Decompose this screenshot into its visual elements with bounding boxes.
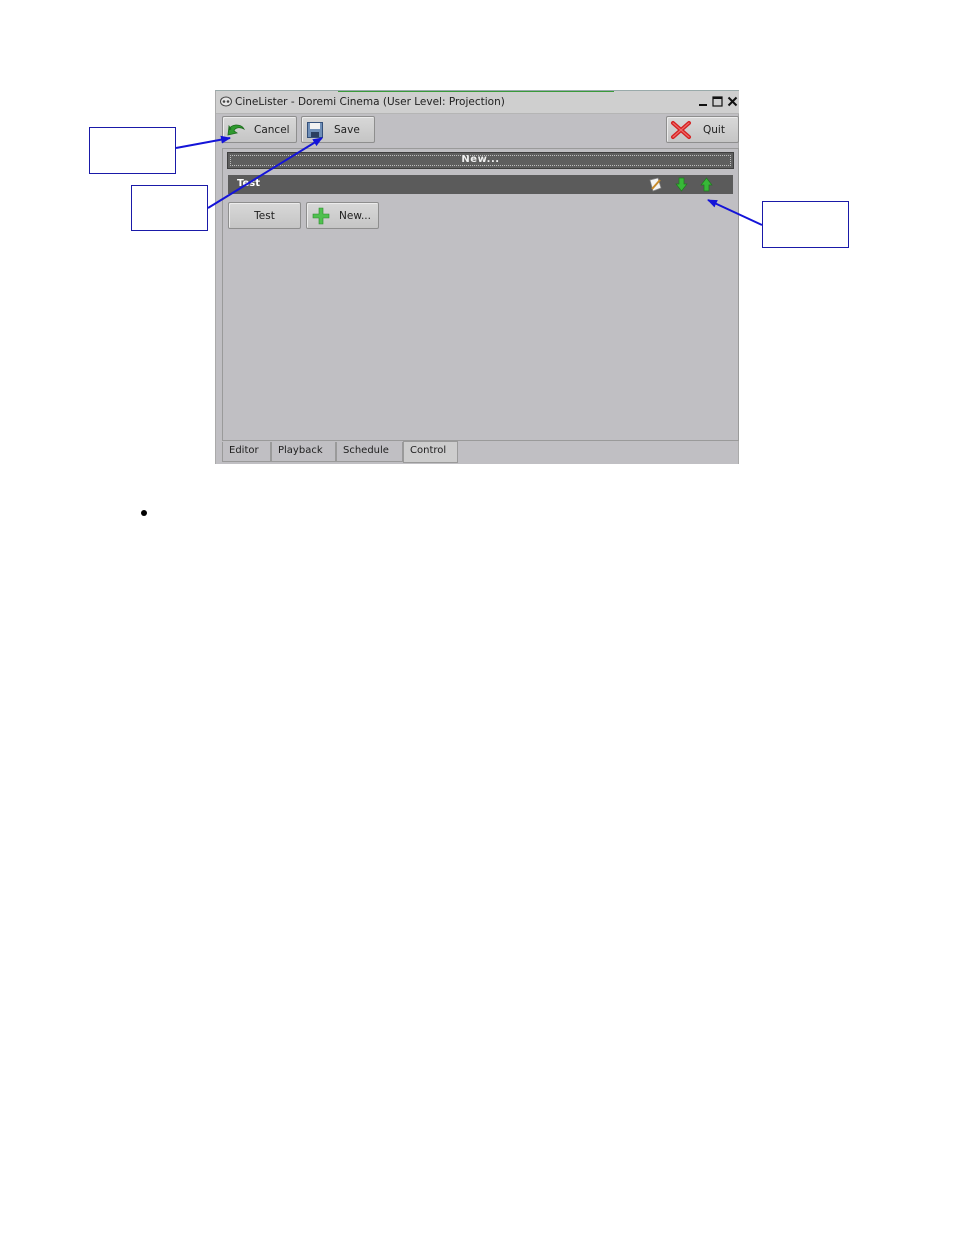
tab-control[interactable]: Control — [403, 441, 458, 463]
focus-outline — [230, 155, 731, 166]
move-up-icon[interactable] — [699, 177, 714, 192]
cancel-button[interactable]: Cancel — [222, 116, 297, 143]
title-bar: CineLister - Doremi Cinema (User Level: … — [216, 91, 739, 114]
minimize-icon[interactable] — [698, 95, 709, 107]
new-item-button[interactable]: New... — [306, 202, 379, 229]
save-label: Save — [334, 123, 360, 136]
floppy-disk-icon — [307, 121, 323, 138]
new-group-bar[interactable]: New... — [227, 152, 734, 169]
tab-control-label: Control — [410, 445, 447, 456]
group-name: Test — [237, 178, 261, 189]
app-logo-icon — [220, 96, 232, 107]
tab-schedule-label: Schedule — [343, 445, 389, 456]
add-icon — [312, 207, 330, 224]
quit-button[interactable]: Quit — [666, 116, 739, 143]
move-down-icon[interactable] — [674, 177, 689, 192]
callout-box-save — [131, 185, 208, 231]
callout-box-row-icons — [762, 201, 849, 248]
bullet-point — [141, 510, 147, 516]
callout-box-cancel — [89, 127, 176, 174]
maximize-icon[interactable] — [712, 95, 723, 107]
new-item-label: New... — [339, 209, 371, 222]
quit-x-icon — [671, 120, 691, 139]
undo-arrow-icon — [227, 124, 246, 136]
tab-editor-label: Editor — [229, 445, 259, 456]
edit-icon[interactable] — [648, 177, 663, 192]
tab-editor[interactable]: Editor — [222, 442, 271, 462]
tab-playback[interactable]: Playback — [271, 442, 336, 462]
control-panel: New... Test Test New... — [222, 148, 739, 441]
quit-label: Quit — [703, 123, 725, 136]
close-icon[interactable] — [727, 95, 738, 107]
app-window: CineLister - Doremi Cinema (User Level: … — [215, 90, 739, 464]
test-item-button[interactable]: Test — [228, 202, 301, 229]
cancel-label: Cancel — [254, 123, 290, 136]
save-button[interactable]: Save — [301, 116, 375, 143]
tab-playback-label: Playback — [278, 445, 323, 456]
group-row-test[interactable]: Test — [228, 175, 733, 194]
tab-schedule[interactable]: Schedule — [336, 442, 403, 462]
window-title: CineLister - Doremi Cinema (User Level: … — [235, 96, 505, 108]
test-item-label: Test — [254, 209, 275, 222]
